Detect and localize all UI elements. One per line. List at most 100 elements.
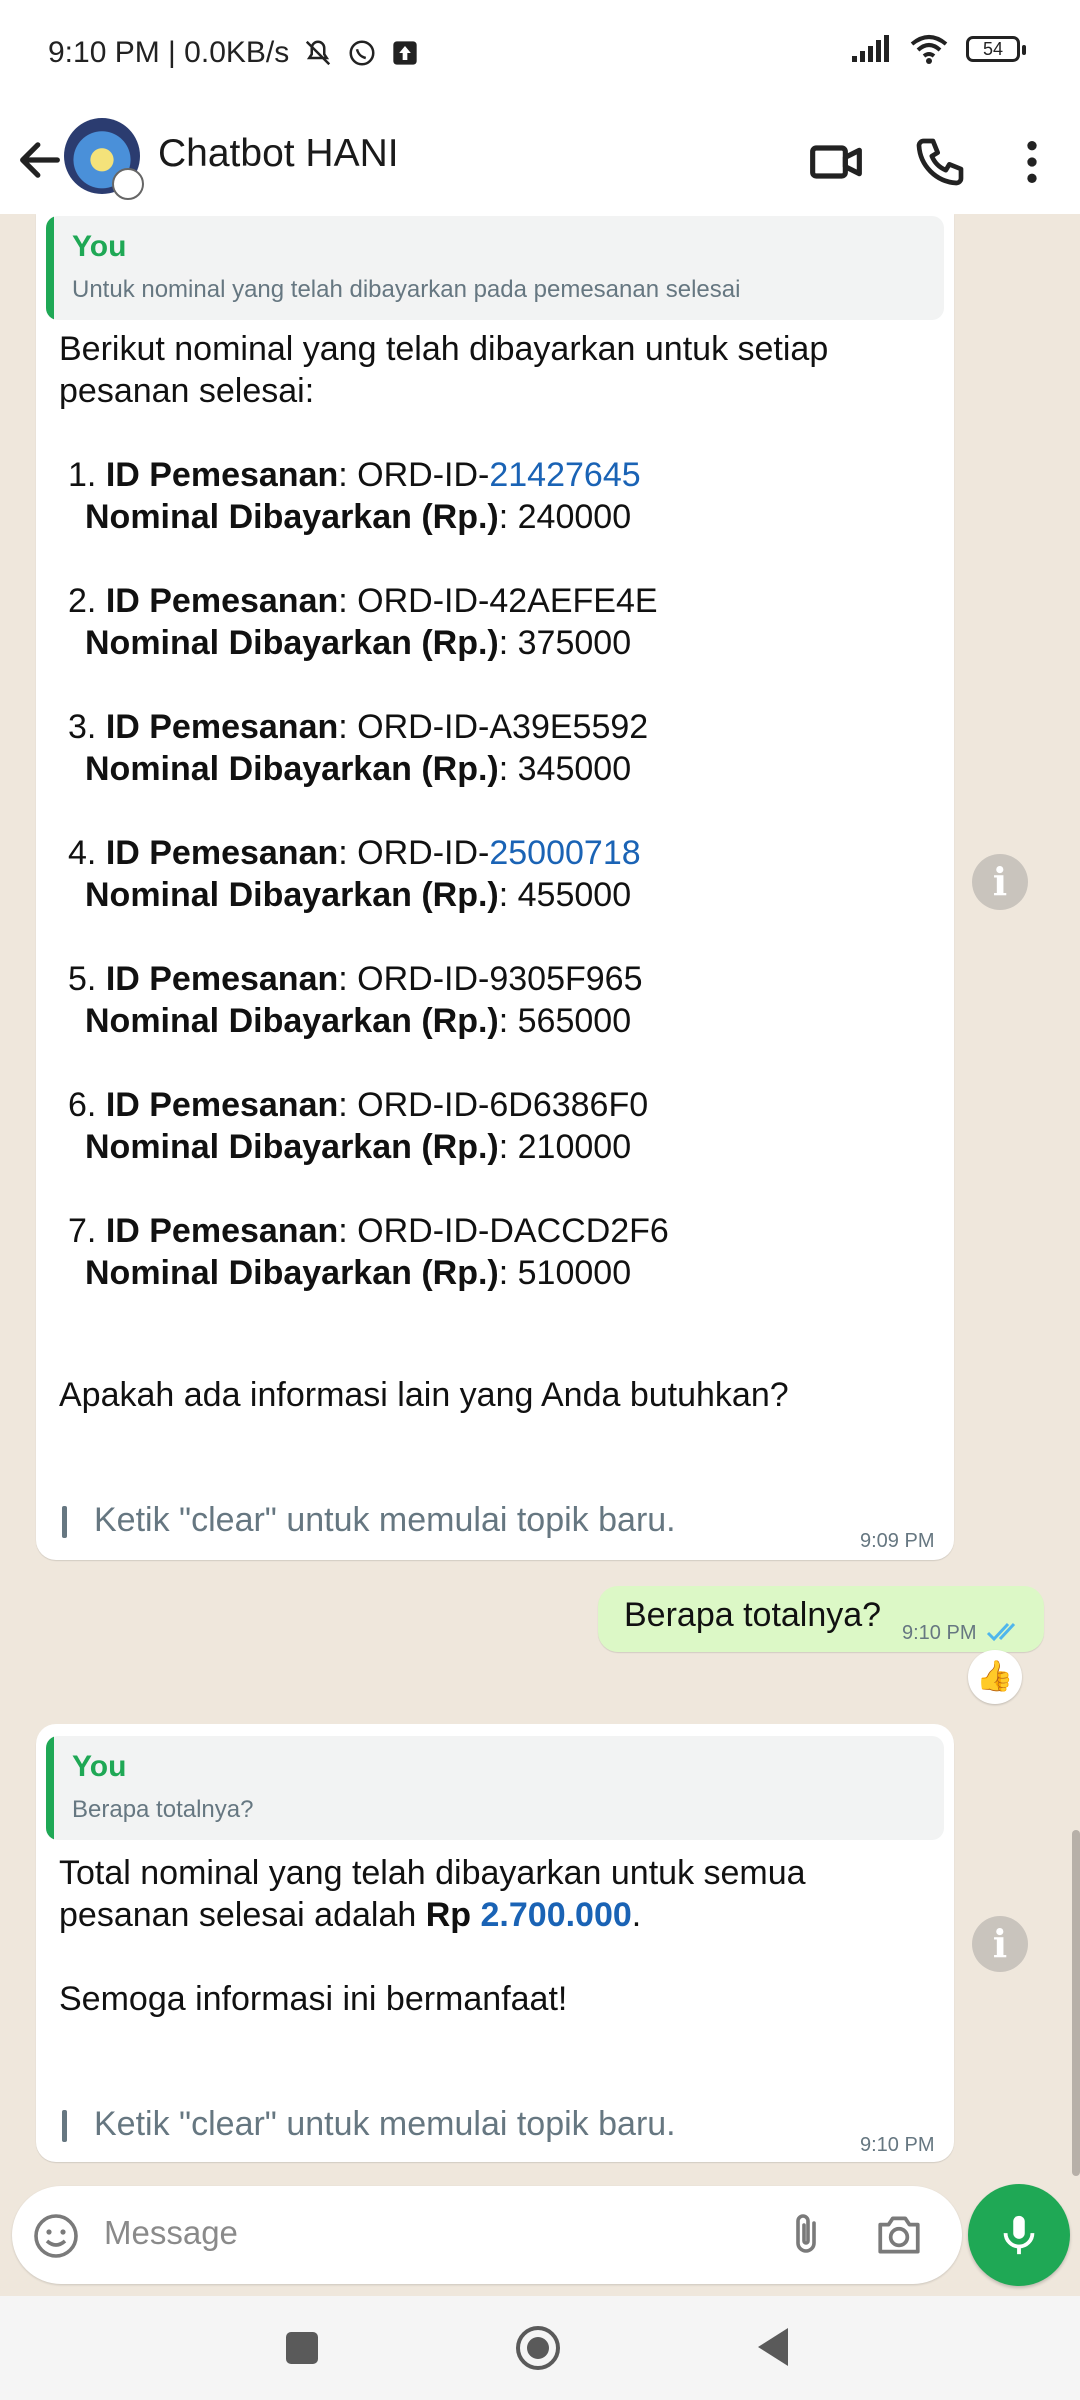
order-number: 2. — [68, 582, 106, 620]
amount-label: Nominal Dibayarkan (Rp.) — [85, 624, 499, 662]
order-id-value: DACCD2F6 — [489, 1212, 669, 1250]
order-id-prefix: : ORD-ID- — [338, 1212, 490, 1250]
status-time-speed: 9:10 PM | 0.0KB/s — [48, 36, 290, 69]
video-call-icon[interactable] — [808, 134, 864, 190]
hint-text: Ketik "clear" untuk memulai topik baru. — [94, 2105, 676, 2143]
amount-label: Nominal Dibayarkan (Rp.) — [85, 750, 499, 788]
phone-call-icon[interactable] — [912, 134, 968, 190]
total-line-2-prefix: pesanan selesai adalah — [59, 1896, 426, 1934]
mic-icon — [1003, 2215, 1035, 2255]
whatsapp-icon — [349, 40, 375, 66]
chat-header: Chatbot HANI — [0, 108, 1080, 214]
order-amount-line: Nominal Dibayarkan (Rp.): 375000 — [85, 622, 631, 664]
amount-value: : 210000 — [498, 1128, 632, 1166]
order-id-link[interactable]: 25000718 — [489, 834, 640, 872]
amount-value: : 510000 — [498, 1254, 632, 1292]
total-text: Total nominal yang telah dibayarkan untu… — [59, 1852, 806, 1936]
order-id-prefix: : ORD-ID- — [338, 582, 490, 620]
amount-value: : 565000 — [498, 1002, 632, 1040]
more-options-icon[interactable] — [1004, 134, 1060, 190]
message-input[interactable]: Message — [104, 2214, 238, 2252]
order-amount-line: Nominal Dibayarkan (Rp.): 455000 — [85, 874, 631, 916]
status-right: 54 — [852, 34, 1026, 64]
system-nav-bar — [0, 2296, 1080, 2400]
scrollbar[interactable] — [1072, 1830, 1080, 2176]
status-left: 9:10 PM | 0.0KB/s — [48, 36, 419, 70]
camera-icon[interactable] — [874, 2210, 924, 2260]
quoted-message[interactable]: You Berapa totalnya? — [46, 1736, 944, 1840]
amount-label: Nominal Dibayarkan (Rp.) — [85, 1002, 499, 1040]
amount-value: : 375000 — [498, 624, 632, 662]
order-id-label: ID Pemesanan — [105, 1086, 339, 1124]
order-number: 1. — [68, 456, 106, 494]
order-id-line: 5. ID Pemesanan: ORD-ID-9305F965 — [68, 958, 643, 1000]
status-bar: 9:10 PM | 0.0KB/s 54 — [0, 0, 1080, 108]
emoji-icon[interactable] — [32, 2212, 80, 2260]
attach-icon[interactable] — [782, 2210, 830, 2260]
order-id-prefix: : ORD-ID- — [338, 1086, 490, 1124]
intro-text: Berikut nominal yang telah dibayarkan un… — [59, 328, 828, 412]
chat-title[interactable]: Chatbot HANI — [158, 132, 399, 176]
order-number: 3. — [68, 708, 106, 746]
amount-label: Nominal Dibayarkan (Rp.) — [85, 498, 499, 536]
order-id-prefix: : ORD-ID- — [338, 456, 490, 494]
recents-button[interactable] — [286, 2332, 318, 2364]
back-button[interactable] — [754, 2326, 790, 2368]
wifi-icon — [910, 35, 948, 64]
order-id-line: 2. ID Pemesanan: ORD-ID-42AEFE4E — [68, 580, 658, 622]
total-line-2: pesanan selesai adalah Rp 2.700.000. — [59, 1894, 806, 1936]
order-id-value: 42AEFE4E — [489, 582, 658, 620]
total-line-2-suffix: . — [631, 1896, 642, 1934]
order-id-prefix: : ORD-ID- — [338, 960, 490, 998]
order-amount-line: Nominal Dibayarkan (Rp.): 345000 — [85, 748, 631, 790]
currency-label: Rp — [425, 1896, 472, 1934]
order-number: 7. — [68, 1212, 106, 1250]
order-id-line: 7. ID Pemesanan: ORD-ID-DACCD2F6 — [68, 1210, 669, 1252]
closing-text: Semoga informasi ini bermanfaat! — [59, 1980, 568, 2018]
info-icon[interactable]: i — [972, 854, 1028, 910]
message-time: 9:09 PM — [860, 1530, 935, 1552]
intro-line-1: Berikut nominal yang telah dibayarkan un… — [59, 330, 829, 368]
order-id-value: 6D6386F0 — [489, 1086, 649, 1124]
quote-sender: You — [72, 1750, 127, 1783]
order-id-label: ID Pemesanan — [105, 582, 339, 620]
order-amount-line: Nominal Dibayarkan (Rp.): 240000 — [85, 496, 631, 538]
reaction-thumbs-up-icon[interactable]: 👍 — [968, 1650, 1022, 1704]
message-time: 9:10 PM — [860, 2134, 935, 2156]
message-input-bar[interactable]: Message — [12, 2186, 962, 2284]
user-message-bubble[interactable]: Berapa totalnya? 9:10 PM — [598, 1586, 1044, 1652]
quote-accent-bar — [46, 1736, 54, 1840]
info-icon[interactable]: i — [972, 1916, 1028, 1972]
quote-accent-bar — [46, 216, 54, 320]
total-line-1: Total nominal yang telah dibayarkan untu… — [59, 1854, 806, 1892]
mute-icon — [306, 40, 331, 66]
double-check-icon — [986, 1622, 1016, 1642]
follow-up-question: Apakah ada informasi lain yang Anda butu… — [59, 1376, 789, 1414]
order-amount-line: Nominal Dibayarkan (Rp.): 565000 — [85, 1000, 631, 1042]
order-id-prefix: : ORD-ID- — [338, 708, 490, 746]
amount-label: Nominal Dibayarkan (Rp.) — [85, 876, 499, 914]
bot-message-bubble[interactable]: You Untuk nominal yang telah dibayarkan … — [36, 214, 954, 1560]
user-message-text: Berapa totalnya? — [624, 1596, 882, 1634]
amount-label: Nominal Dibayarkan (Rp.) — [85, 1128, 499, 1166]
order-id-label: ID Pemesanan — [105, 960, 339, 998]
mic-button[interactable] — [968, 2184, 1070, 2286]
upload-icon — [393, 41, 417, 65]
bot-reply-bubble[interactable]: You Berapa totalnya? Total nominal yang … — [36, 1724, 954, 2162]
order-id-line: 4. ID Pemesanan: ORD-ID-25000718 — [68, 832, 641, 874]
order-id-label: ID Pemesanan — [105, 456, 339, 494]
order-number: 4. — [68, 834, 106, 872]
hint-text: Ketik "clear" untuk memulai topik baru. — [94, 1501, 676, 1539]
order-id-value: 9305F965 — [489, 960, 643, 998]
order-id-line: 3. ID Pemesanan: ORD-ID-A39E5592 — [68, 706, 648, 748]
home-button[interactable] — [514, 2324, 562, 2372]
amount-value: : 455000 — [498, 876, 632, 914]
back-arrow-icon[interactable] — [14, 134, 66, 186]
order-id-label: ID Pemesanan — [105, 708, 339, 746]
quoted-message[interactable]: You Untuk nominal yang telah dibayarkan … — [46, 216, 944, 320]
amount-value: : 345000 — [498, 750, 632, 788]
total-amount-link[interactable]: 2.700.000 — [481, 1896, 632, 1934]
amount-label: Nominal Dibayarkan (Rp.) — [85, 1254, 499, 1292]
order-id-link[interactable]: 21427645 — [489, 456, 640, 494]
order-amount-line: Nominal Dibayarkan (Rp.): 210000 — [85, 1126, 631, 1168]
